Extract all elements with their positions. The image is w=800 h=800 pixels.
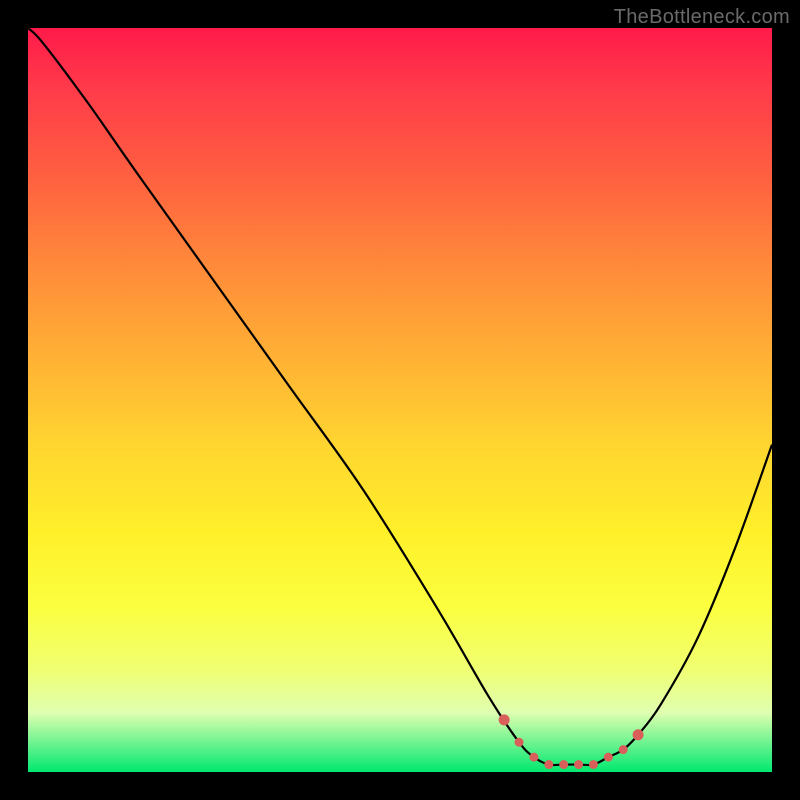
optimal-dot <box>559 760 568 769</box>
optimal-dot <box>619 745 628 754</box>
optimal-dot <box>633 729 644 740</box>
optimal-dot <box>515 738 524 747</box>
optimal-dot <box>529 753 538 762</box>
optimal-dot <box>589 760 598 769</box>
watermark-text: TheBottleneck.com <box>614 6 790 29</box>
optimal-dot <box>544 760 553 769</box>
optimal-dot <box>499 714 510 725</box>
optimal-dot <box>604 753 613 762</box>
optimal-dot <box>574 760 583 769</box>
bottleneck-chart <box>28 28 772 772</box>
optimal-range-dots <box>499 714 644 769</box>
bottleneck-curve-line <box>28 28 772 765</box>
